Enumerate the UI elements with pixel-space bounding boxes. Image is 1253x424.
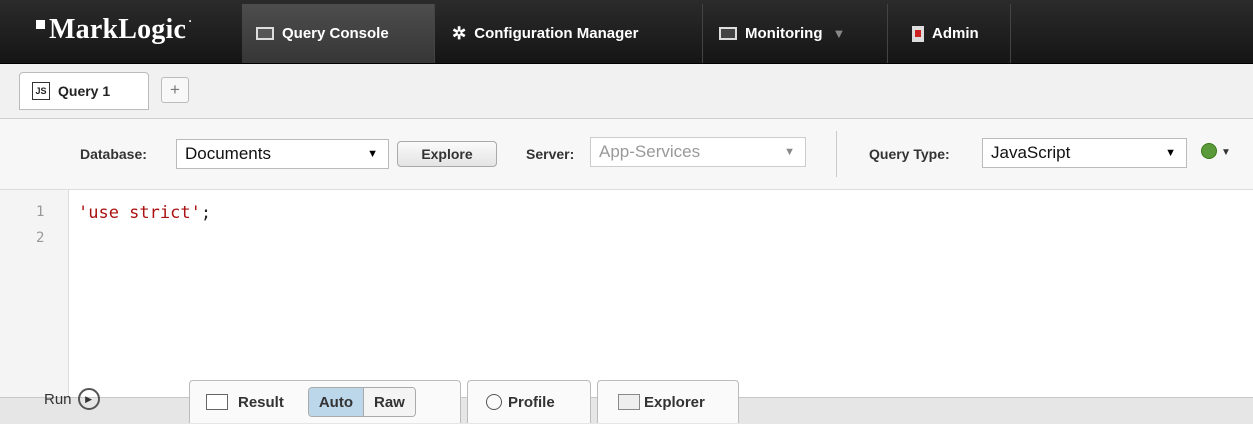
chevron-down-icon: ▼ <box>367 148 378 160</box>
nav-tab-configuration-manager[interactable]: ✲ Configuration Manager <box>438 4 700 63</box>
tab-profile[interactable]: Profile <box>467 380 591 423</box>
run-button[interactable]: Run ▶ <box>44 388 100 410</box>
tab-explorer[interactable]: Explorer <box>597 380 739 423</box>
line-number: 2 <box>36 230 45 246</box>
globe-icon[interactable] <box>1201 143 1217 159</box>
chevron-down-icon[interactable]: ▼ <box>1221 147 1231 158</box>
code-line-1[interactable]: 'use strict'; <box>78 203 211 223</box>
line-number-gutter: 1 2 <box>0 190 69 397</box>
auto-toggle-button[interactable]: Auto <box>308 388 363 416</box>
play-icon: ▶ <box>77 388 100 410</box>
server-label: Server: <box>526 146 575 162</box>
console-icon <box>256 27 274 40</box>
server-select[interactable]: App-Services ▼ <box>590 137 806 167</box>
profile-icon <box>486 394 502 410</box>
divider <box>836 131 837 177</box>
tab-result[interactable]: Result Auto Raw <box>189 380 461 423</box>
javascript-icon: JS <box>32 82 50 100</box>
result-icon <box>206 394 228 410</box>
database-select[interactable]: Documents ▼ <box>176 139 389 169</box>
query-tabs-bar: JS Query 1 + <box>0 64 1253 119</box>
top-navbar: MarkLogic · Query Console ✲ Configuration… <box>0 0 1253 64</box>
nav-tab-monitoring[interactable]: Monitoring ▼ <box>705 4 885 63</box>
line-number: 1 <box>36 204 45 220</box>
raw-toggle-button[interactable]: Raw <box>363 388 415 416</box>
result-format-toggle: Auto Raw <box>307 387 416 417</box>
admin-icon <box>912 25 924 42</box>
monitor-icon <box>719 27 737 40</box>
query-type-select[interactable]: JavaScript ▼ <box>982 138 1187 168</box>
chevron-down-icon: ▼ <box>784 146 795 158</box>
gear-icon: ✲ <box>452 23 467 43</box>
database-label: Database: <box>80 146 147 162</box>
explorer-icon <box>618 394 640 410</box>
query-tab-1[interactable]: JS Query 1 <box>19 72 149 110</box>
chevron-down-icon: ▼ <box>832 26 846 41</box>
add-query-tab-button[interactable]: + <box>161 77 189 103</box>
chevron-down-icon: ▼ <box>1165 147 1176 159</box>
nav-tab-query-console[interactable]: Query Console <box>242 4 434 63</box>
query-settings-bar: Database: Documents ▼ Explore Server: Ap… <box>0 119 1253 190</box>
code-editor[interactable]: 1 2 'use strict'; <box>0 190 1253 397</box>
query-type-label: Query Type: <box>869 146 950 162</box>
explore-button[interactable]: Explore <box>397 141 497 167</box>
nav-tab-admin[interactable]: Admin <box>890 4 1008 63</box>
marklogic-logo[interactable]: MarkLogic · <box>36 14 192 46</box>
